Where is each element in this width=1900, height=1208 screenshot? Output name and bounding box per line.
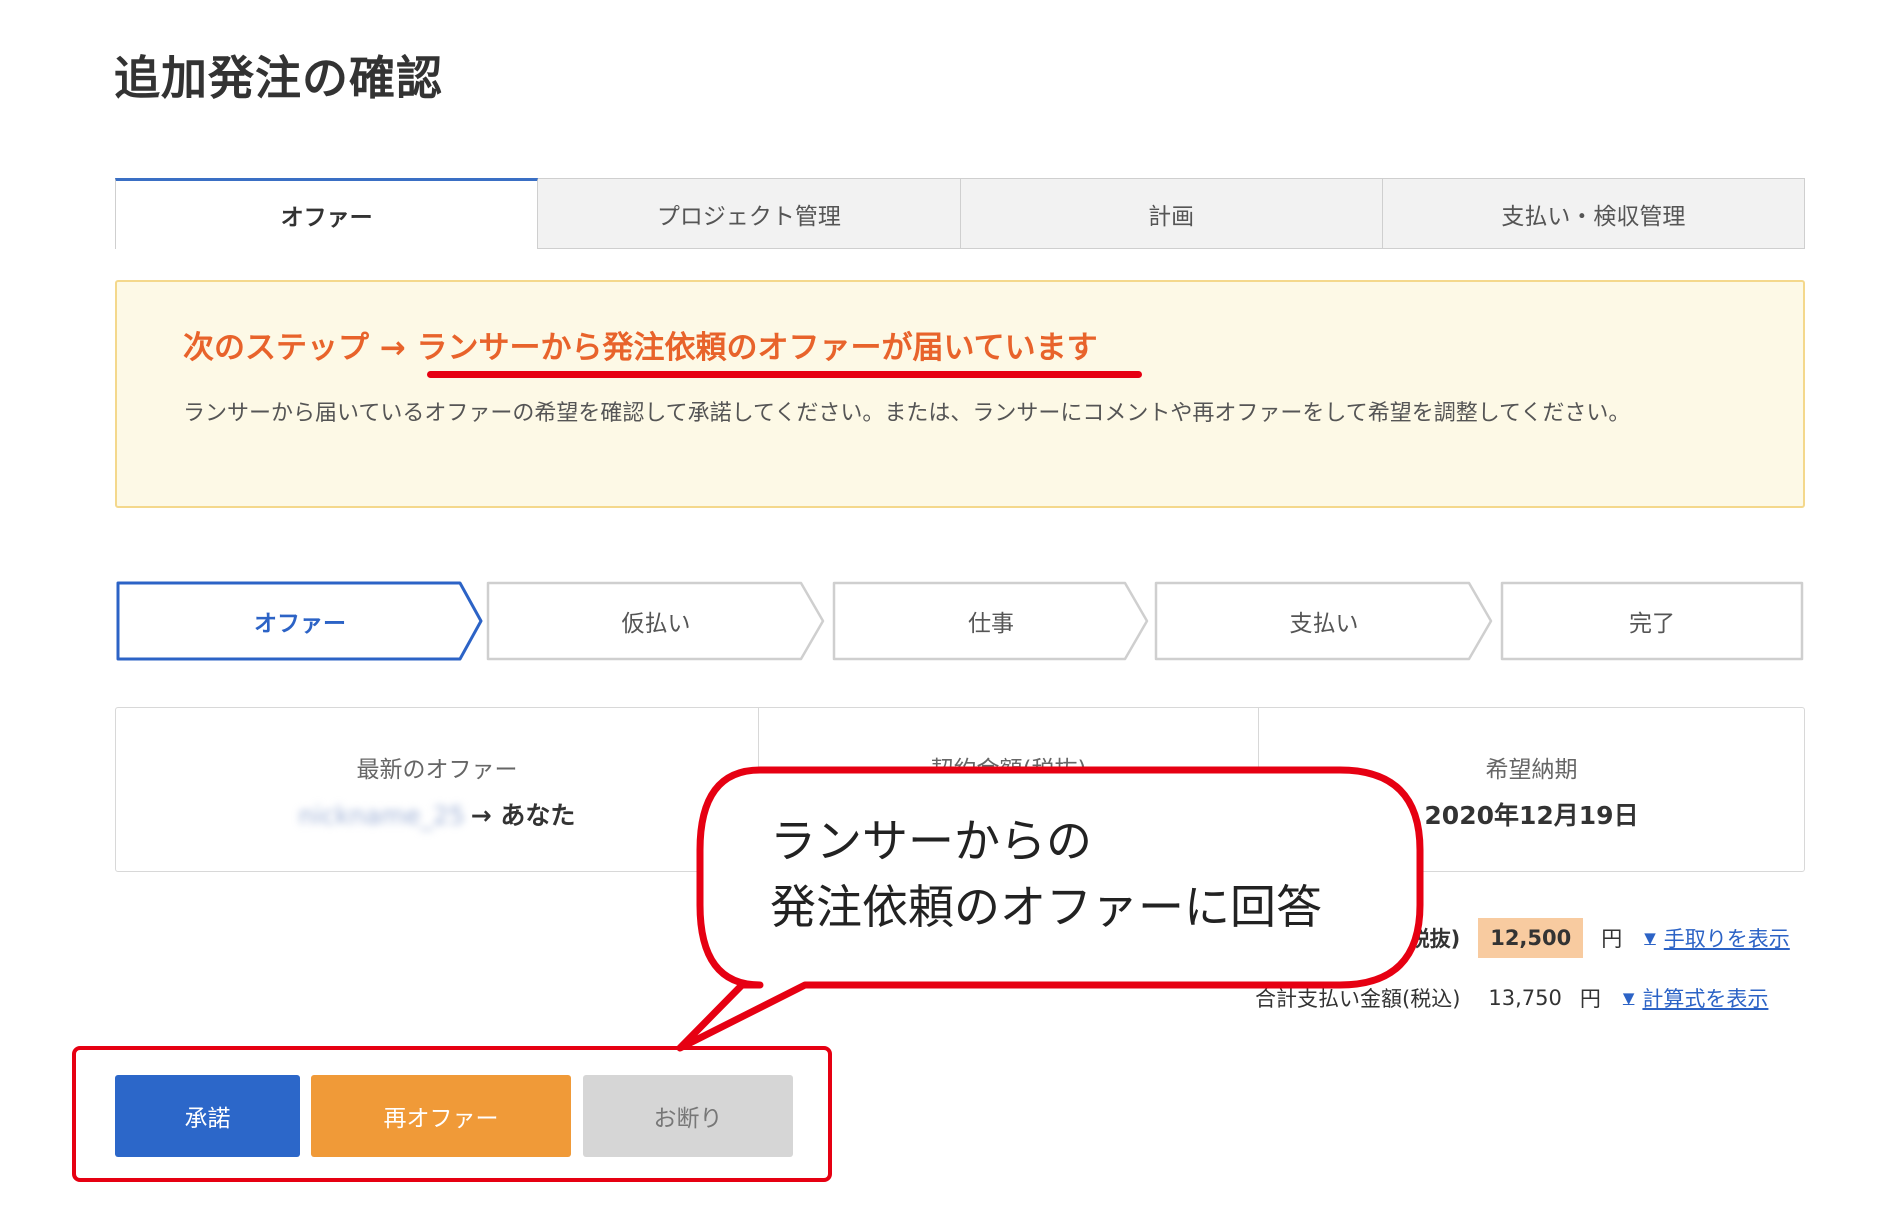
- offer-recipient: → あなた: [470, 801, 576, 830]
- lancer-nickname[interactable]: nickname_25: [299, 801, 465, 830]
- callout-line-1: ランサーからの: [770, 814, 1092, 868]
- page: 追加発注の確認 オファー プロジェクト管理 計画 支払い・検収管理 次のステップ…: [0, 0, 1900, 1208]
- callout-text: ランサーからの 発注依頼のオファーに回答: [770, 808, 1430, 940]
- latest-offer-label: 最新のオファー: [356, 757, 518, 783]
- show-formula-link[interactable]: ▼ 計算式を表示: [1623, 983, 1769, 1013]
- yen-unit: 円: [1601, 927, 1623, 951]
- link-label: 手取りを表示: [1663, 927, 1790, 951]
- step-label: 仮払い: [621, 611, 691, 637]
- latest-offer-cell: 最新のオファー nickname_25 → あなた: [116, 708, 759, 871]
- link-label: 計算式を表示: [1642, 987, 1769, 1011]
- reoffer-button[interactable]: 再オファー: [311, 1075, 571, 1157]
- amount-label: 合計支払い金額(税込): [1255, 987, 1461, 1011]
- amount-row-pretax: 額(税抜) 12,500 円 ▼ 手取りを表示: [1378, 918, 1790, 958]
- callout-line-2: 発注依頼のオファーに回答: [770, 880, 1322, 934]
- step-work: 仕事: [831, 580, 1151, 662]
- tab-plan[interactable]: 計画: [960, 178, 1383, 249]
- accept-button[interactable]: 承諾: [115, 1075, 300, 1157]
- amount-row-total: 合計支払い金額(税込) 13,750 円 ▼ 計算式を表示: [1255, 983, 1768, 1013]
- show-net-link[interactable]: ▼ 手取りを表示: [1644, 923, 1790, 953]
- step-payment: 支払い: [1153, 580, 1495, 662]
- annotation-underline: [427, 371, 1142, 378]
- step-label: 完了: [1629, 611, 1675, 637]
- step-label: 仕事: [968, 611, 1014, 637]
- yen-unit: 円: [1579, 987, 1601, 1011]
- step-label: オファー: [254, 611, 346, 637]
- tab-bar: オファー プロジェクト管理 計画 支払い・検収管理: [115, 178, 1805, 249]
- step-provisional-payment: 仮払い: [485, 580, 827, 662]
- next-step-notice: 次のステップ → ランサーから発注依頼のオファーが届いています ランサーから届い…: [115, 280, 1805, 508]
- progress-steps: オファー 仮払い 仕事 支払い 完了: [115, 580, 1805, 662]
- latest-offer-value: nickname_25 → あなた: [116, 796, 758, 832]
- tab-offer[interactable]: オファー: [115, 178, 539, 249]
- step-offer: オファー: [115, 580, 485, 662]
- amount-value: 13,750: [1488, 986, 1562, 1010]
- notice-body: ランサーから届いているオファーの希望を確認して承諾してください。または、ランサー…: [183, 401, 1631, 426]
- tab-payment-inspection[interactable]: 支払い・検収管理: [1382, 178, 1805, 249]
- amount-value-highlight: 12,500: [1478, 918, 1584, 958]
- deadline-label: 希望納期: [1485, 757, 1578, 783]
- tab-project-management[interactable]: プロジェクト管理: [538, 178, 961, 249]
- step-label: 支払い: [1289, 611, 1359, 637]
- triangle-down-icon: ▼: [1622, 989, 1635, 1007]
- notice-heading: 次のステップ → ランサーから発注依頼のオファーが届いています: [183, 330, 1098, 366]
- decline-button[interactable]: お断り: [583, 1075, 793, 1157]
- contract-amount-label: 契約金額(税抜): [930, 757, 1087, 783]
- step-complete: 完了: [1499, 580, 1805, 662]
- page-title: 追加発注の確認: [114, 51, 443, 105]
- triangle-down-icon: ▼: [1644, 929, 1656, 947]
